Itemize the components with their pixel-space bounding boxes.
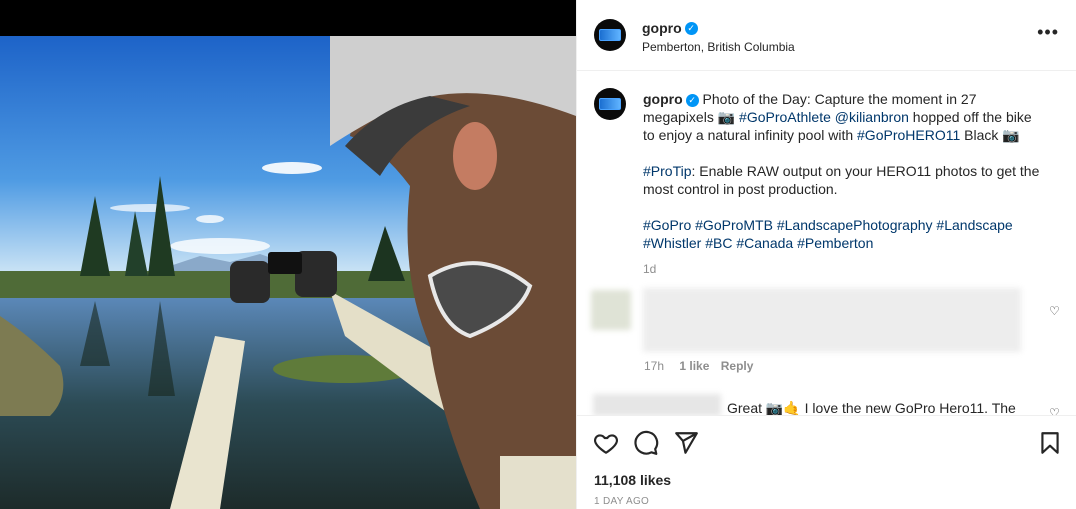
gopro-logo-icon [599, 29, 621, 41]
comment-like-heart-icon[interactable]: ♡ [1049, 406, 1060, 415]
heart-icon[interactable] [593, 430, 619, 456]
caption-line: : Enable RAW output on your HERO11 photo… [691, 163, 1040, 179]
camera-emoji-icon: 📷 [1002, 127, 1020, 143]
post-details-panel: gopro ✓ Pemberton, British Columbia ••• g… [576, 0, 1076, 509]
comment-author-blurred [593, 394, 721, 415]
post-actions-bar: 11,108 likes 1 DAY AGO [577, 415, 1076, 509]
comments-scroll-area[interactable]: gopro ✓ Photo of the Day: Capture the mom… [577, 72, 1076, 415]
comment-icon[interactable] [633, 430, 659, 456]
comment-avatar[interactable] [591, 290, 631, 330]
comment-time[interactable]: 17h [644, 359, 664, 373]
hashtag-link[interactable]: #Canada [736, 235, 793, 251]
comment-text: Great 📷🤙 I love the new GoPro Hero11. Th… [727, 400, 1016, 415]
hashtag-link[interactable]: #ProTip [643, 163, 692, 179]
hashtag-link[interactable]: #LandscapePhotography [777, 217, 933, 233]
likes-count[interactable]: 11,108 likes [594, 472, 671, 488]
caption-author-avatar[interactable] [594, 88, 626, 120]
author-username[interactable]: gopro [642, 20, 682, 36]
post-header: gopro ✓ Pemberton, British Columbia ••• [577, 0, 1076, 71]
caption-line: hopped off the bike [908, 109, 1032, 125]
comment-likes[interactable]: 1 like [679, 359, 709, 373]
hashtag-link[interactable]: #GoProHERO11 [857, 127, 960, 143]
bookmark-icon[interactable] [1037, 430, 1063, 456]
comment-meta: 17h 1 like Reply [644, 359, 753, 373]
hashtag-link[interactable]: #Pemberton [797, 235, 873, 251]
verified-badge-icon: ✓ [684, 22, 698, 36]
hashtag-link[interactable]: #Whistler [643, 235, 701, 251]
post-location[interactable]: Pemberton, British Columbia [642, 40, 795, 54]
caption-line: to enjoy a natural infinity pool with [643, 127, 858, 143]
hashtag-link[interactable]: #BC [705, 235, 732, 251]
caption-timestamp[interactable]: 1d [643, 260, 1053, 278]
post-media[interactable] [0, 0, 576, 509]
gopro-logo-icon [599, 98, 621, 110]
caption-line: Photo of the Day: Capture the moment in … [702, 91, 977, 107]
caption-username[interactable]: gopro [643, 91, 683, 107]
caption-line: megapixels [643, 109, 718, 125]
camera-emoji-icon: 📷 [717, 109, 736, 125]
reply-button[interactable]: Reply [721, 359, 754, 373]
comment-like-heart-icon[interactable]: ♡ [1049, 304, 1060, 318]
mention-link[interactable]: @kilianbron [835, 109, 909, 125]
media-letterbox [0, 0, 576, 36]
post-date[interactable]: 1 DAY AGO [594, 496, 649, 507]
hashtag-link[interactable]: #Landscape [936, 217, 1012, 233]
more-options-icon[interactable]: ••• [1037, 22, 1059, 43]
hashtag-link[interactable]: #GoProMTB [695, 217, 773, 233]
share-icon[interactable] [673, 430, 699, 456]
author-avatar[interactable] [594, 19, 626, 51]
photo-illustration [0, 36, 576, 509]
caption-line: Black [960, 127, 999, 143]
hashtag-link[interactable]: #GoPro [643, 217, 691, 233]
post-caption: gopro ✓ Photo of the Day: Capture the mom… [643, 90, 1053, 278]
comment-text-blurred [643, 288, 1021, 352]
hashtag-link[interactable]: #GoProAthlete [739, 109, 831, 125]
caption-line: most control in post production. [643, 181, 838, 197]
verified-badge-icon: ✓ [685, 93, 699, 107]
post-photo[interactable] [0, 36, 576, 509]
